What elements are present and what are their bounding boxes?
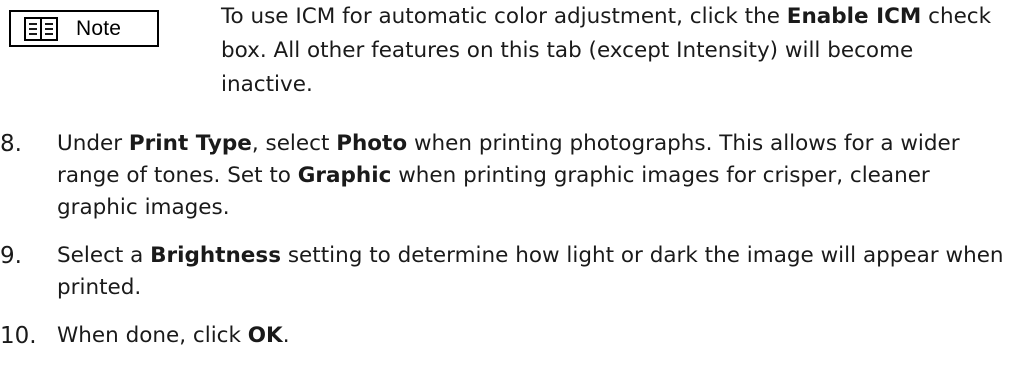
- step-text: When done, click OK.: [57, 320, 1007, 352]
- step-text-part: Under: [57, 131, 129, 156]
- note-label: Note: [76, 16, 122, 40]
- step-text-bold: Print Type: [128, 131, 252, 156]
- step-number: 8.: [0, 131, 22, 157]
- note-text-part: To use ICM for automatic color adjustmen…: [221, 4, 787, 29]
- step-item: 8. Under Print Type, select Photo when p…: [0, 128, 1010, 224]
- step-text-bold: OK: [247, 323, 283, 348]
- step-number: 9.: [0, 243, 22, 269]
- step-text-part: .: [282, 323, 290, 348]
- step-text: Under Print Type, select Photo when prin…: [57, 128, 1007, 224]
- step-text-part: , select: [251, 131, 337, 156]
- note-text-bold: Enable ICM: [786, 4, 922, 29]
- step-text-bold: Photo: [336, 131, 408, 156]
- step-list: 8. Under Print Type, select Photo when p…: [0, 128, 1010, 352]
- note-badge: Note: [9, 10, 159, 47]
- step-text-part: Select a: [57, 243, 151, 268]
- step-text: Select a Brightness setting to determine…: [57, 240, 1007, 304]
- note-block: Note To use ICM for automatic color adju…: [0, 0, 1010, 115]
- step-text-bold: Brightness: [150, 243, 281, 268]
- step-number: 10.: [0, 323, 37, 349]
- book-icon: [24, 16, 58, 41]
- step-item: 9. Select a Brightness setting to determ…: [0, 240, 1010, 304]
- step-item: 10. When done, click OK.: [0, 320, 1010, 352]
- step-text-bold: Graphic: [297, 163, 392, 188]
- note-text: To use ICM for automatic color adjustmen…: [221, 0, 1001, 102]
- step-text-part: When done, click: [57, 323, 248, 348]
